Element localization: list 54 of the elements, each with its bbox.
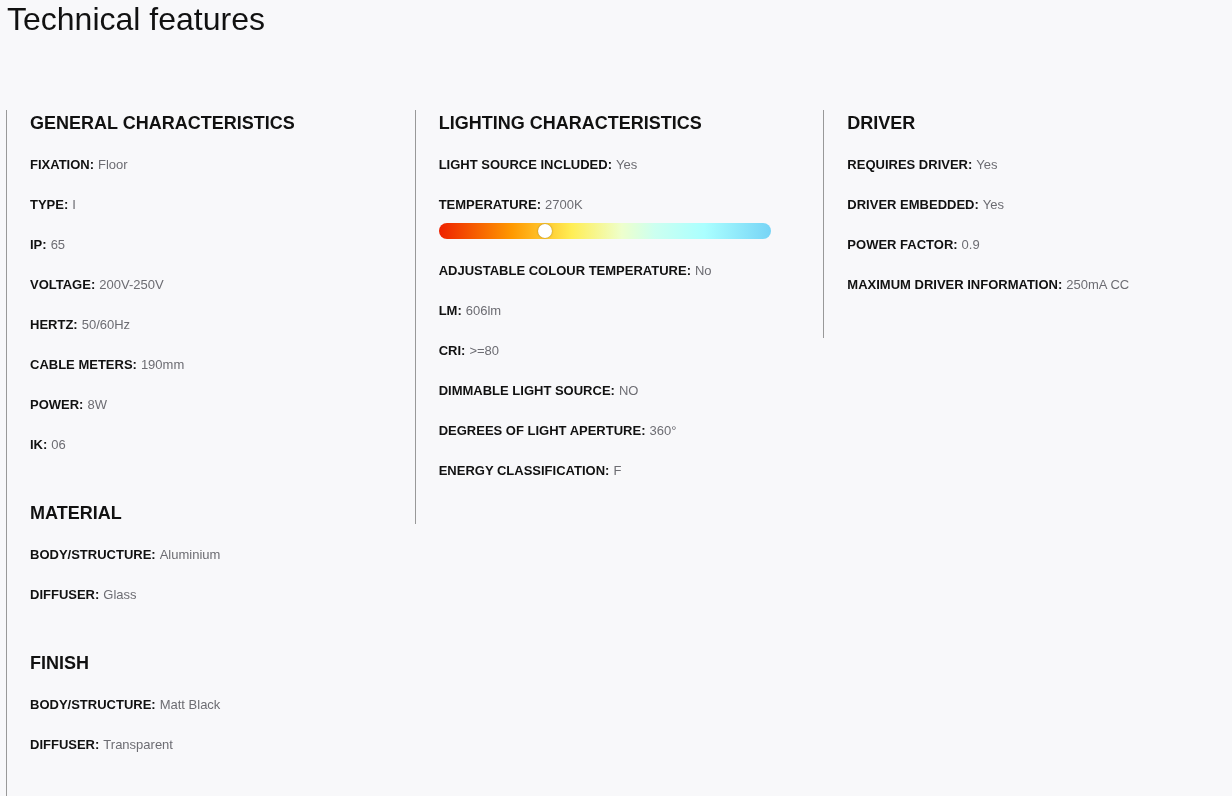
spec-value: Transparent [103,737,173,752]
spec-value: >=80 [469,343,500,358]
spec-value: Matt Black [159,697,221,712]
spec-value: Glass [103,587,137,602]
spec-value: 360° [649,423,677,438]
spec-value: NO [618,383,639,398]
spec-label: DIMMABLE LIGHT SOURCE: [438,383,615,398]
spec-label: POWER: [30,397,84,412]
spec-label: BODY/STRUCTURE: [30,547,156,562]
spec-label: DIFFUSER: [30,587,100,602]
spec-value: Yes [616,157,638,172]
section-heading: FINISH [30,652,90,675]
spec-label: TYPE: [30,197,69,212]
spec-label: FIXATION: [30,157,95,172]
spec-label: ADJUSTABLE COLOUR TEMPERATURE: [438,263,691,278]
spec-value: 200V-250V [99,277,164,292]
spec-label: DIFFUSER: [30,737,100,752]
spec-label: BODY/STRUCTURE: [30,697,156,712]
spec-value: I [72,197,76,212]
spec-label: VOLTAGE: [30,277,96,292]
spec-value: Aluminium [159,547,221,562]
spec-label: POWER FACTOR: [847,237,958,252]
spec-value: No [694,263,712,278]
spec-label: CRI: [438,343,466,358]
spec-value: 606lm [465,303,502,318]
spec-value: 06 [51,437,66,452]
spec-label: DEGREES OF LIGHT APERTURE: [438,423,646,438]
spec-label: TEMPERATURE: [438,197,541,212]
spec-label: LM: [438,303,462,318]
spec-label: IK: [30,437,48,452]
spec-value: 0.9 [961,237,980,252]
spec-value: 65 [50,237,66,252]
section-heading: MATERIAL [30,502,123,525]
spec-label: CABLE METERS: [30,357,137,372]
spec-value: Yes [976,157,998,172]
spec-value: 190mm [140,357,185,372]
spec-label: LIGHT SOURCE INCLUDED: [438,157,612,172]
spec-value: Yes [982,197,1005,212]
spec-value: 50/60Hz [81,317,131,332]
spec-label: ENERGY CLASSIFICATION: [438,463,610,478]
page-title: Technical features [6,0,266,38]
spec-label: IP: [30,237,47,252]
spec-value: F [613,463,622,478]
spec-label: REQUIRES DRIVER: [847,157,973,172]
spec-value: 2700K [545,197,583,212]
spec-label: HERTZ: [30,317,78,332]
section-heading: GENERAL CHARACTERISTICS [30,112,296,135]
spec-label: DRIVER EMBEDDED: [847,197,979,212]
spec-value: Floor [98,157,128,172]
section-heading: DRIVER [847,112,917,135]
spec-value: 250mA CC [1066,277,1130,292]
spec-value: 8W [87,397,107,412]
section-heading: LIGHTING CHARACTERISTICS [438,112,703,135]
spec-label: MAXIMUM DRIVER INFORMATION: [847,277,1063,292]
